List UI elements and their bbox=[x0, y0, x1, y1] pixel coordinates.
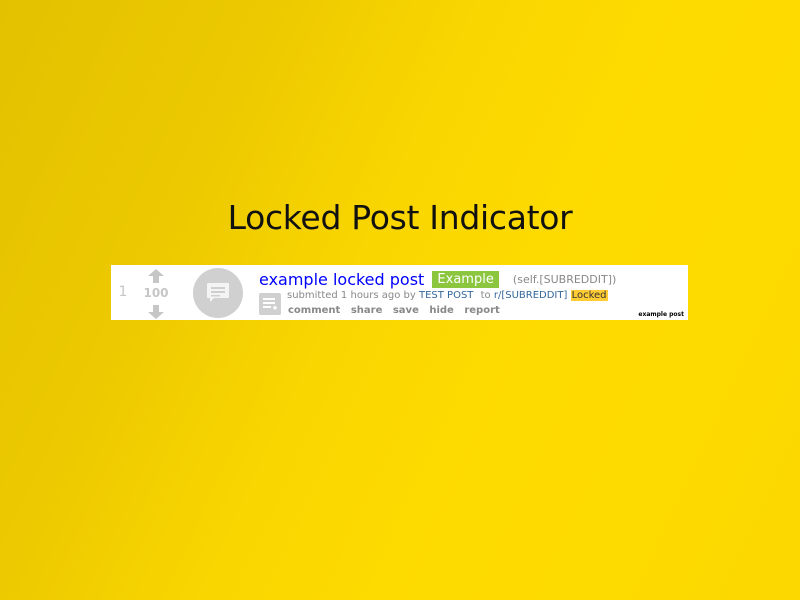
subreddit-link[interactable]: r/[SUBREDDIT] bbox=[494, 290, 568, 301]
down-arrow-icon[interactable] bbox=[148, 304, 164, 319]
post-buttons: comment share save hide report bbox=[288, 305, 507, 316]
hide-button[interactable]: hide bbox=[429, 305, 454, 316]
vote-box: 100 bbox=[139, 268, 173, 319]
author-link[interactable]: TEST POST bbox=[419, 290, 473, 301]
report-button[interactable]: report bbox=[464, 305, 499, 316]
post-score: 100 bbox=[143, 286, 169, 300]
post-domain[interactable]: (self.[SUBREDDIT]) bbox=[513, 273, 616, 286]
post-caption: example post bbox=[638, 311, 684, 318]
locked-badge: Locked bbox=[570, 290, 608, 301]
save-button[interactable]: save bbox=[393, 305, 419, 316]
comment-button[interactable]: comment bbox=[288, 305, 340, 316]
self-post-icon[interactable] bbox=[193, 268, 243, 318]
link-flair: Example bbox=[432, 271, 499, 288]
post-title-link[interactable]: example locked post bbox=[259, 270, 424, 289]
share-button[interactable]: share bbox=[351, 305, 383, 316]
slide-title: Locked Post Indicator bbox=[227, 198, 573, 237]
post-rank: 1 bbox=[118, 284, 128, 300]
tagline-to: to bbox=[480, 290, 491, 301]
post-title-line: example locked post Example (self.[SUBRE… bbox=[259, 269, 616, 289]
tagline-prefix: submitted 1 hours ago by bbox=[287, 290, 416, 301]
post-tagline: submitted 1 hours ago by TEST POST to r/… bbox=[287, 290, 608, 301]
expand-text-icon[interactable] bbox=[259, 293, 281, 315]
reddit-post: 1 100 example locked post Example (self.… bbox=[111, 265, 688, 320]
up-arrow-icon[interactable] bbox=[148, 268, 164, 283]
